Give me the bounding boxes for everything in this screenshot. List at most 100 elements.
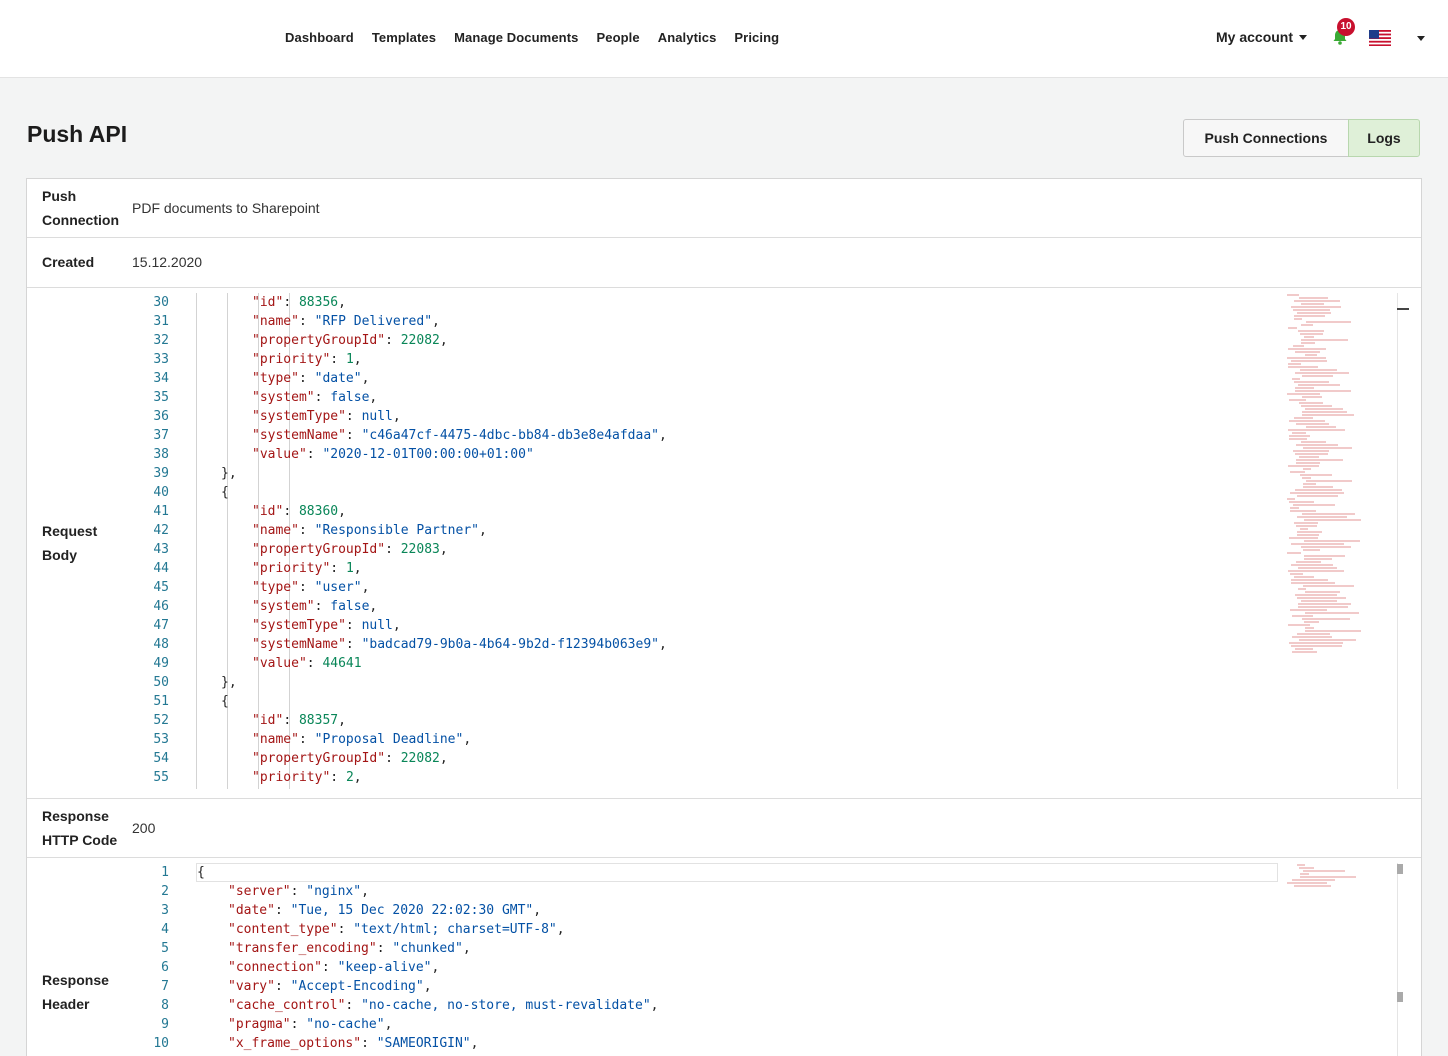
code-text: "systemName": "c46a47cf-4475-4dbc-bb84-d… (252, 428, 667, 443)
line-number: 2 (161, 884, 169, 899)
minimap-line (1296, 459, 1343, 461)
minimap-line (1291, 564, 1333, 566)
line-number: 53 (153, 732, 169, 747)
response-code-value: 200 (132, 820, 156, 836)
code-text: "vary": "Accept-Encoding", (228, 979, 432, 994)
logs-button[interactable]: Logs (1348, 119, 1420, 157)
minimap-line (1289, 501, 1314, 503)
minimap-line (1304, 621, 1319, 623)
response-header-code-editor[interactable]: 1{2 "server": "nginx", 3 "date": "Tue, 15 D… (131, 863, 1301, 1056)
minimap-line (1288, 429, 1345, 431)
minimap-line (1293, 450, 1329, 452)
line-number: 55 (153, 770, 169, 785)
code-line: 48 "systemName": "badcad79-9b0a-4b64-9b2d… (131, 635, 1301, 654)
minimap-line (1292, 432, 1306, 434)
minimap-line (1294, 885, 1331, 887)
minimap-line (1299, 297, 1328, 299)
minimap-line (1302, 411, 1347, 413)
response-header-minimap[interactable] (1279, 863, 1399, 893)
line-number: 33 (153, 352, 169, 367)
nav-pricing[interactable]: Pricing (734, 30, 779, 45)
code-line: 49 "value": 44641 (131, 654, 1301, 673)
minimap-line (1303, 549, 1320, 551)
code-line: 46 "system": false, (131, 597, 1301, 616)
line-number: 9 (161, 1017, 169, 1032)
push-connection-value: PDF documents to Sharepoint (132, 200, 320, 216)
line-number: 41 (153, 504, 169, 519)
minimap-line (1302, 618, 1350, 620)
minimap-line (1298, 384, 1340, 386)
code-text: "value": "2020-12-01T00:00:00+01:00" (252, 447, 534, 462)
code-text: "cache_control": "no-cache, no-store, mu… (228, 998, 659, 1013)
response-header-scrollbar[interactable] (1397, 863, 1398, 1056)
request-body-code-editor[interactable]: 30 "id": 88356, 31 "name": "RFP Delivered",… (131, 293, 1301, 789)
minimap-line (1302, 513, 1355, 515)
line-number: 30 (153, 295, 169, 310)
request-body-scroll-thumb[interactable] (1397, 308, 1409, 310)
nav-people[interactable]: People (596, 30, 639, 45)
code-text: "server": "nginx", (228, 884, 369, 899)
minimap-line (1291, 543, 1344, 545)
minimap-line (1297, 312, 1331, 314)
minimap-line (1295, 453, 1328, 455)
code-line: 51 { (131, 692, 1301, 711)
created-row: Created 15.12.2020 (27, 238, 1421, 288)
code-line: 5 "transfer_encoding": "chunked", (131, 939, 1301, 958)
minimap-line (1293, 504, 1335, 506)
minimap-line (1306, 426, 1336, 428)
minimap-line (1287, 498, 1295, 500)
code-line: 43 "propertyGroupId": 22083, (131, 540, 1301, 559)
code-line: 41 "id": 88360, (131, 502, 1301, 521)
my-account-menu[interactable]: My account (1216, 29, 1308, 45)
code-line: 55 "priority": 2, (131, 768, 1301, 787)
us-flag-icon[interactable] (1369, 30, 1391, 46)
response-header-scroll-thumb[interactable] (1397, 992, 1403, 1002)
minimap-line (1288, 363, 1301, 365)
code-line: 40 { (131, 483, 1301, 502)
nav-dashboard[interactable]: Dashboard (285, 30, 354, 45)
code-line: 2 "server": "nginx", (131, 882, 1301, 901)
line-number: 7 (161, 979, 169, 994)
response-header-label: Response Header (42, 972, 109, 1012)
minimap-line (1287, 357, 1326, 359)
code-line: 8 "cache_control": "no-cache, no-store, m… (131, 996, 1301, 1015)
line-number: 43 (153, 542, 169, 557)
code-text: "type": "user", (252, 580, 370, 595)
minimap-line (1305, 408, 1343, 410)
line-number: 6 (161, 960, 169, 975)
push-connections-button[interactable]: Push Connections (1183, 119, 1349, 157)
minimap-line (1288, 348, 1326, 350)
code-line: 31 "name": "RFP Delivered", (131, 312, 1301, 331)
nav-manage-documents[interactable]: Manage Documents (454, 30, 578, 45)
response-header-scroll-thumb-top[interactable] (1397, 864, 1403, 874)
line-number: 42 (153, 523, 169, 538)
minimap-line (1295, 372, 1349, 374)
minimap-line (1291, 306, 1341, 308)
minimap-line (1296, 423, 1329, 425)
minimap-line (1298, 330, 1324, 332)
line-number: 34 (153, 371, 169, 386)
nav-templates[interactable]: Templates (372, 30, 436, 45)
request-body-scrollbar[interactable] (1397, 293, 1398, 789)
minimap-line (1292, 651, 1317, 653)
minimap-line (1301, 441, 1326, 443)
code-line: 47 "systemType": null, (131, 616, 1301, 635)
minimap-line (1290, 609, 1327, 611)
minimap-line (1288, 570, 1344, 572)
response-code-label: Response HTTP Code (42, 808, 118, 848)
code-text: "transfer_encoding": "chunked", (228, 941, 471, 956)
main-nav: Dashboard Templates Manage Documents Peo… (285, 30, 797, 45)
chevron-down-icon (1299, 35, 1308, 40)
nav-analytics[interactable]: Analytics (658, 30, 717, 45)
code-line: 32 "propertyGroupId": 22082, (131, 331, 1301, 350)
code-text: "id": 88357, (252, 713, 346, 728)
minimap-line (1300, 369, 1337, 371)
minimap-line (1288, 624, 1310, 626)
code-text: "x_frame_options": "SAMEORIGIN", (228, 1036, 479, 1051)
request-body-minimap[interactable] (1279, 293, 1399, 783)
language-chevron-down-icon[interactable] (1417, 36, 1425, 41)
notification-count-badge: 10 (1337, 18, 1355, 36)
code-text: "connection": "keep-alive", (228, 960, 440, 975)
log-detail-panel: Push Connection PDF documents to Sharepo… (26, 178, 1422, 1056)
minimap-line (1297, 531, 1322, 533)
